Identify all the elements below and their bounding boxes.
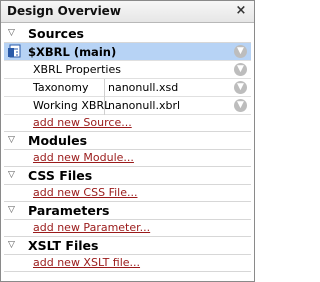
panel-titlebar: Design Overview × — [1, 1, 254, 23]
section-header-xslt-files[interactable]: ▽ XSLT Files — [4, 237, 251, 255]
row-label: Working XBRL — [33, 99, 111, 112]
options-circle-icon[interactable]: ▼ — [234, 63, 247, 76]
add-parameter-row: add new Parameter... — [4, 220, 251, 237]
add-css-file-link[interactable]: add new CSS File... — [33, 186, 137, 199]
collapse-triangle-icon[interactable]: ▽ — [8, 28, 18, 38]
section-header-parameters[interactable]: ▽ Parameters — [4, 202, 251, 220]
row-label: XBRL Properties — [33, 63, 121, 76]
add-parameter-link[interactable]: add new Parameter... — [33, 221, 150, 234]
close-icon[interactable]: × — [234, 3, 248, 19]
source-row-xbrl-properties[interactable]: XBRL Properties ▼ — [4, 61, 251, 79]
options-circle-icon[interactable]: ▼ — [234, 45, 247, 58]
add-source-link[interactable]: add new Source... — [33, 116, 132, 129]
column-divider — [104, 79, 105, 97]
section-label: XSLT Files — [28, 238, 99, 253]
panel-title: Design Overview — [7, 4, 121, 18]
overview-content: ▽ Sources $XBRL (main) ▼ XBRL Properties… — [4, 25, 251, 272]
row-value[interactable]: nanonull.xbrl — [108, 99, 180, 112]
section-label: CSS Files — [28, 168, 93, 183]
design-overview-panel: Design Overview × ▽ Sources $XBRL (main)… — [0, 0, 255, 282]
add-source-row: add new Source... — [4, 115, 251, 132]
section-header-css-files[interactable]: ▽ CSS Files — [4, 167, 251, 185]
source-row-taxonomy[interactable]: Taxonomy nanonull.xsd ▼ — [4, 79, 251, 97]
add-xslt-file-row: add new XSLT file... — [4, 255, 251, 272]
collapse-triangle-icon[interactable]: ▽ — [8, 135, 18, 145]
collapse-triangle-icon[interactable]: ▽ — [8, 205, 18, 215]
add-module-row: add new Module... — [4, 150, 251, 167]
xml-file-icon — [7, 44, 22, 60]
section-label: Modules — [28, 133, 88, 148]
source-main-row[interactable]: $XBRL (main) ▼ — [4, 43, 251, 61]
section-header-modules[interactable]: ▽ Modules — [4, 132, 251, 150]
collapse-triangle-icon[interactable]: ▽ — [8, 170, 18, 180]
row-label: Taxonomy — [33, 81, 89, 94]
row-value[interactable]: nanonull.xsd — [108, 81, 178, 94]
add-module-link[interactable]: add new Module... — [33, 151, 134, 164]
options-circle-icon[interactable]: ▼ — [234, 81, 247, 94]
section-label: Sources — [28, 26, 84, 41]
section-header-sources[interactable]: ▽ Sources — [4, 25, 251, 43]
source-row-working-xbrl[interactable]: Working XBRL nanonull.xbrl ▼ — [4, 97, 251, 115]
source-main-label: $XBRL (main) — [28, 45, 117, 59]
collapse-triangle-icon[interactable]: ▽ — [8, 240, 18, 250]
options-circle-icon[interactable]: ▼ — [234, 99, 247, 112]
section-label: Parameters — [28, 203, 110, 218]
column-divider — [104, 97, 105, 115]
add-css-file-row: add new CSS File... — [4, 185, 251, 202]
add-xslt-file-link[interactable]: add new XSLT file... — [33, 256, 140, 269]
